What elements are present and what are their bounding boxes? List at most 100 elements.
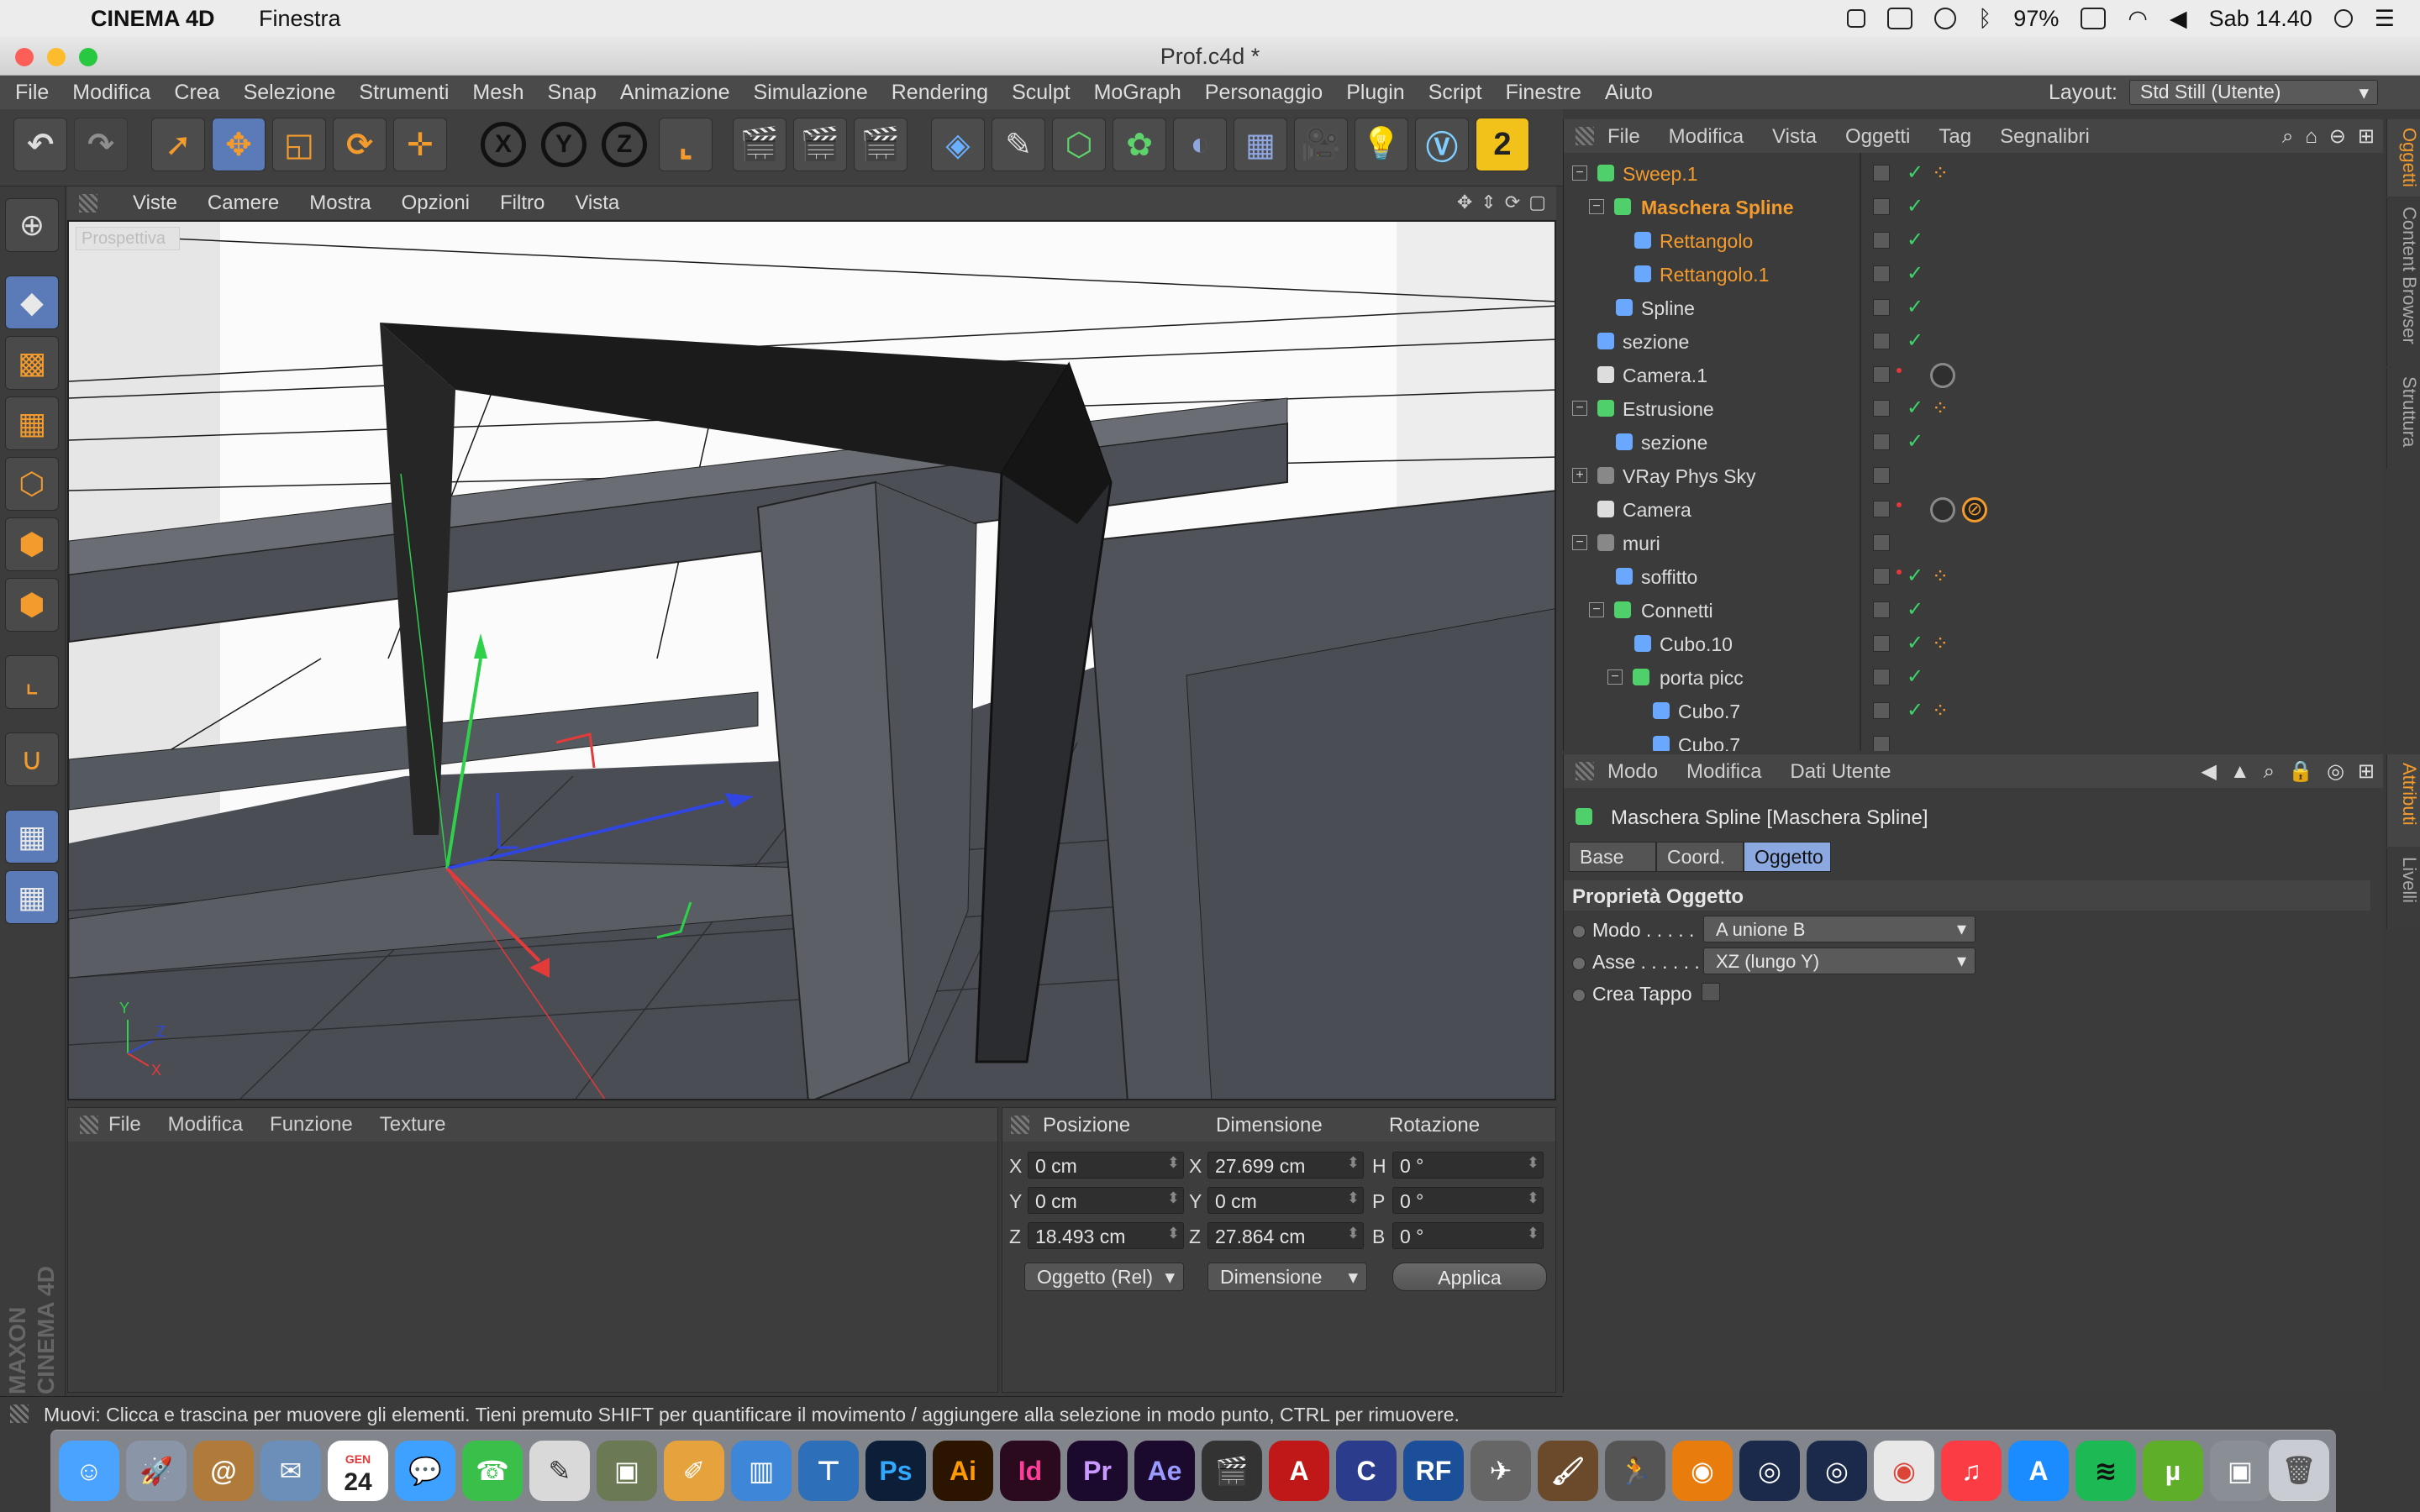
attribute-menu-dati-utente[interactable]: Dati Utente bbox=[1790, 760, 1891, 784]
facetime-icon[interactable]: ☎ bbox=[462, 1441, 523, 1501]
object-row-camera1[interactable]: Camera.1 bbox=[1564, 358, 2370, 391]
enabled-check-icon[interactable]: ✓ bbox=[1907, 328, 1923, 353]
panel-gripper-icon[interactable] bbox=[79, 194, 97, 213]
snap-magnet-icon[interactable]: ∪ bbox=[5, 732, 59, 786]
photos-icon[interactable]: ▣ bbox=[597, 1441, 657, 1501]
calendar-icon[interactable]: GEN 24 bbox=[328, 1441, 388, 1501]
object-row-soffitto[interactable]: soffitto ✓ ⁘ bbox=[1564, 559, 2370, 593]
phong-tag-icon[interactable]: ⁘ bbox=[1932, 632, 1949, 656]
enabled-check-icon[interactable]: ✓ bbox=[1907, 664, 1923, 689]
layer-toggle-icon[interactable] bbox=[1873, 467, 1890, 484]
object-row-estrusione[interactable]: − Estrusione ✓ ⁘ bbox=[1564, 391, 2370, 425]
object-menu-tag[interactable]: Tag bbox=[1939, 125, 1971, 149]
after-effects-icon[interactable]: Ae bbox=[1134, 1441, 1195, 1501]
x-axis-lock-icon[interactable]: X bbox=[481, 122, 526, 167]
layer-toggle-icon[interactable] bbox=[1873, 736, 1890, 751]
panel-gripper-icon[interactable] bbox=[1576, 127, 1594, 145]
menu-personaggio[interactable]: Personaggio bbox=[1205, 81, 1323, 105]
phong-tag-icon[interactable]: ⁘ bbox=[1932, 161, 1949, 186]
column-divider[interactable] bbox=[1860, 153, 1861, 751]
attribute-menu-modo[interactable]: Modo bbox=[1607, 760, 1658, 784]
pan-view-icon[interactable]: ✥ bbox=[1457, 192, 1472, 213]
polygons-mode-icon[interactable]: ⬢ bbox=[5, 578, 59, 632]
premiere-icon[interactable]: Pr bbox=[1067, 1441, 1128, 1501]
viewport-menu-opzioni[interactable]: Opzioni bbox=[402, 192, 470, 215]
phong-tag-icon[interactable]: ⁘ bbox=[1932, 699, 1949, 723]
messages-icon[interactable]: 💬 bbox=[395, 1441, 455, 1501]
rotate-tool-icon[interactable]: ⟳ bbox=[333, 118, 387, 171]
floor-icon[interactable]: ▦ bbox=[1234, 118, 1287, 171]
subdivision-surface-icon[interactable]: ⬡ bbox=[1052, 118, 1106, 171]
itunes-icon[interactable]: ♫ bbox=[1941, 1441, 2002, 1501]
tree-collapse-icon[interactable]: − bbox=[1607, 669, 1623, 685]
enabled-check-icon[interactable]: ✓ bbox=[1907, 631, 1923, 655]
enabled-check-icon[interactable]: ✓ bbox=[1907, 396, 1923, 420]
layer-toggle-icon[interactable] bbox=[1873, 702, 1890, 719]
object-row-spline[interactable]: Spline ✓ bbox=[1564, 291, 2370, 324]
size-mode-dropdown[interactable]: Dimensione bbox=[1207, 1263, 1367, 1291]
tab-struttura[interactable]: Struttura bbox=[2386, 368, 2420, 469]
object-row-cubo7[interactable]: Cubo.7 ✓ ⁘ bbox=[1564, 694, 2370, 727]
workplane-lock-icon[interactable]: ▦ bbox=[5, 810, 59, 864]
cinema4d-alt-icon[interactable]: ◎ bbox=[1807, 1441, 1867, 1501]
pos-x-field[interactable]: 0 cm bbox=[1028, 1152, 1184, 1179]
finder-icon[interactable]: ☺ bbox=[59, 1441, 119, 1501]
blender-icon[interactable]: ◉ bbox=[1672, 1441, 1733, 1501]
tree-collapse-icon[interactable]: − bbox=[1589, 602, 1604, 617]
layer-toggle-icon[interactable] bbox=[1873, 534, 1890, 551]
layer-toggle-icon[interactable] bbox=[1873, 433, 1890, 450]
new-panel-icon[interactable]: ⊞ bbox=[2358, 759, 2375, 784]
tree-collapse-icon[interactable]: − bbox=[1572, 165, 1587, 181]
menu-simulazione[interactable]: Simulazione bbox=[754, 81, 868, 105]
object-menu-modifica[interactable]: Modifica bbox=[1669, 125, 1744, 149]
cinema4d-icon[interactable]: ◎ bbox=[1739, 1441, 1800, 1501]
tree-collapse-icon[interactable]: − bbox=[1572, 401, 1587, 416]
panel-gripper-icon[interactable] bbox=[1576, 762, 1594, 780]
object-row-sezione[interactable]: sezione ✓ bbox=[1564, 324, 2370, 358]
object-row-sweep1[interactable]: − Sweep.1 ✓ ⁘ bbox=[1564, 156, 2370, 190]
camera-object-icon[interactable]: 🎥 bbox=[1294, 118, 1348, 171]
rig-app-icon[interactable]: ✈ bbox=[1470, 1441, 1531, 1501]
object-row-porta-picc[interactable]: − porta picc ✓ bbox=[1564, 660, 2370, 694]
painter-icon[interactable]: 🖌 bbox=[1538, 1441, 1598, 1501]
asse-dropdown[interactable]: XZ (lungo Y) bbox=[1703, 948, 1975, 974]
material-menu-texture[interactable]: Texture bbox=[380, 1113, 446, 1137]
modo-dropdown[interactable]: A unione B bbox=[1703, 916, 1975, 942]
rot-b-field[interactable]: 0 ° bbox=[1392, 1222, 1544, 1249]
autocad-icon[interactable]: A bbox=[1269, 1441, 1329, 1501]
menu-modifica[interactable]: Modifica bbox=[72, 81, 150, 105]
layer-toggle-icon[interactable] bbox=[1873, 333, 1890, 349]
spline-pen-icon[interactable]: ✎ bbox=[992, 118, 1045, 171]
illustrator-icon[interactable]: Ai bbox=[933, 1441, 993, 1501]
transform-tool-icon[interactable]: ✛ bbox=[393, 118, 447, 171]
object-row-sezione-child[interactable]: sezione ✓ bbox=[1564, 425, 2370, 459]
layer-toggle-icon[interactable] bbox=[1873, 501, 1890, 517]
enabled-check-icon[interactable]: ✓ bbox=[1907, 194, 1923, 218]
object-row-maschera-spline[interactable]: − Maschera Spline ✓ bbox=[1564, 190, 2370, 223]
viewport-menu-camere[interactable]: Camere bbox=[208, 192, 279, 215]
pencil-app-icon[interactable]: ✎ bbox=[529, 1441, 590, 1501]
orbit-view-icon[interactable]: ⟳ bbox=[1505, 192, 1520, 213]
object-row-muri[interactable]: − muri bbox=[1564, 526, 2370, 559]
mesh-check-icon[interactable]: 2 bbox=[1476, 118, 1529, 171]
y-axis-lock-icon[interactable]: Y bbox=[541, 122, 587, 167]
crea-tappo-checkbox[interactable] bbox=[1702, 983, 1720, 1001]
coordinate-system-icon[interactable]: ⌞ bbox=[659, 118, 713, 171]
axis-mode-icon[interactable]: ⌞ bbox=[5, 655, 59, 709]
mail-icon[interactable]: ✉ bbox=[260, 1441, 321, 1501]
tree-expand-icon[interactable]: + bbox=[1572, 468, 1587, 483]
viewport-menu-filtro[interactable]: Filtro bbox=[500, 192, 544, 215]
tab-oggetto[interactable]: Oggetto bbox=[1744, 842, 1831, 872]
light-object-icon[interactable]: 💡 bbox=[1355, 118, 1408, 171]
enabled-check-icon[interactable]: ✓ bbox=[1907, 564, 1923, 588]
viewport-menu-viste[interactable]: Viste bbox=[133, 192, 177, 215]
scale-tool-icon[interactable]: ◱ bbox=[272, 118, 326, 171]
menu-strumenti[interactable]: Strumenti bbox=[359, 81, 449, 105]
menu-rendering[interactable]: Rendering bbox=[892, 81, 988, 105]
object-menu-segnalibri[interactable]: Segnalibri bbox=[2000, 125, 2090, 149]
phong-tag-icon[interactable]: ⁘ bbox=[1932, 396, 1949, 421]
object-row-cubo7-b[interactable]: Cubo.7 bbox=[1564, 727, 2370, 751]
viewport-menu-mostra[interactable]: Mostra bbox=[309, 192, 371, 215]
material-menu-modifica[interactable]: Modifica bbox=[168, 1113, 243, 1137]
menu-script[interactable]: Script bbox=[1428, 81, 1482, 105]
